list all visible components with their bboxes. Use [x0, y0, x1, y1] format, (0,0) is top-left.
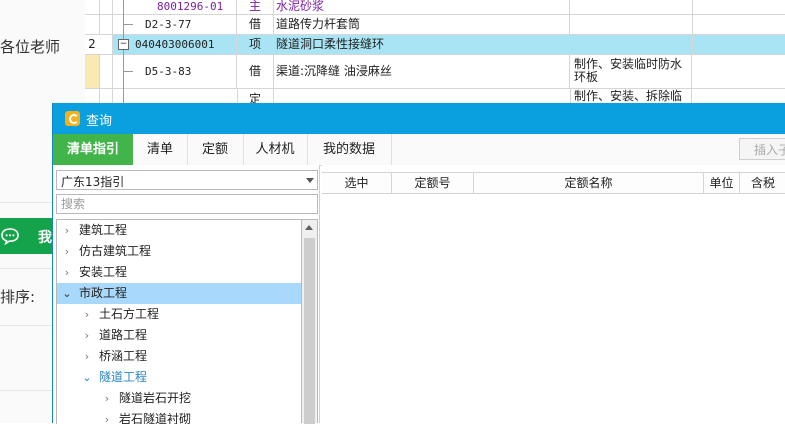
- tree-item-selected[interactable]: ⌄ 市政工程: [57, 283, 302, 304]
- grid-header: 选中 定额号 定额名称 单位 含税: [322, 172, 785, 194]
- table-row[interactable]: D2-3-77 借 道路传力杆套筒: [85, 15, 785, 35]
- column-header-unit[interactable]: 单位: [704, 173, 740, 193]
- tab-list[interactable]: 清单: [133, 134, 188, 165]
- row-type: 项: [237, 35, 274, 54]
- row-name: 道路传力杆套筒: [273, 15, 570, 34]
- chevron-down-icon[interactable]: [306, 178, 314, 183]
- scroll-up-icon[interactable]: [305, 225, 313, 230]
- tree-item-label: 隧道工程: [99, 370, 148, 384]
- guide-library-select[interactable]: 广东13指引: [56, 170, 318, 190]
- tree-line: [123, 71, 133, 72]
- table-row[interactable]: 定 制作、安装、拆除临: [85, 89, 785, 103]
- tree-item-label: 仿古建筑工程: [79, 244, 152, 258]
- tree-item[interactable]: › 仿古建筑工程: [57, 241, 302, 262]
- chevron-right-icon[interactable]: ›: [81, 346, 93, 367]
- divider: [0, 390, 52, 391]
- tree-scrollbar[interactable]: [301, 219, 318, 424]
- chat-icon: [1, 228, 19, 246]
- row-type: 主: [237, 0, 274, 14]
- row-code: 040403006001: [112, 35, 237, 54]
- column-header-quota-name[interactable]: 定额名称: [474, 173, 704, 193]
- app-logo-icon: [65, 111, 80, 126]
- chevron-right-icon[interactable]: ›: [61, 241, 73, 262]
- column-header-select[interactable]: 选中: [322, 173, 392, 193]
- chevron-right-icon[interactable]: ›: [61, 220, 73, 241]
- divider: [0, 268, 52, 269]
- tree-item[interactable]: › 隧道岩石开挖: [57, 388, 302, 409]
- table-row[interactable]: D5-3-83 借 渠道:沉降缝 油浸麻丝 制作、安装临时防水环板: [85, 55, 785, 89]
- row-name: 渠道:沉降缝 油浸麻丝: [273, 55, 570, 88]
- chevron-right-icon[interactable]: ›: [81, 325, 93, 346]
- scrollbar-thumb[interactable]: [304, 238, 315, 424]
- guide-tree-panel: 广东13指引 › 建筑工程 › 仿古建筑工程 › 安装工程 ⌄ 市政工程 ›: [53, 165, 320, 424]
- tree-item-label: 桥涵工程: [99, 349, 148, 363]
- teacher-text: 各位老师: [0, 38, 61, 56]
- query-dialog: 查询 清单指引 清单 定额 人材机 我的数据 插入子 广东13指引 › 建筑工程…: [52, 103, 785, 424]
- column-header-tax-included[interactable]: 含税: [740, 173, 785, 193]
- tab-bar: 清单指引 清单 定额 人材机 我的数据 插入子: [53, 134, 785, 166]
- sort-label: 排序:: [0, 288, 36, 306]
- table-row-selected[interactable]: 2 040403006001 项 隧道洞口柔性接缝环: [85, 35, 785, 55]
- divider: [0, 202, 52, 203]
- tree-item-expanded[interactable]: ⌄ 隧道工程: [57, 367, 302, 388]
- guide-tree: › 建筑工程 › 仿古建筑工程 › 安装工程 ⌄ 市政工程 › 土石方工程 › …: [56, 219, 302, 424]
- dialog-title-bar[interactable]: 查询: [53, 103, 785, 134]
- tab-my-data[interactable]: 我的数据: [307, 134, 392, 165]
- tree-item[interactable]: › 岩石隧道衬砌: [57, 409, 302, 424]
- tree-item[interactable]: › 建筑工程: [57, 220, 302, 241]
- guide-library-value: 广东13指引: [61, 175, 125, 189]
- tree-line: [123, 24, 133, 25]
- row-type: 借: [237, 15, 274, 34]
- dialog-title: 查询: [86, 114, 113, 129]
- tree-item-label: 建筑工程: [79, 223, 128, 237]
- tab-quota[interactable]: 定额: [187, 134, 244, 165]
- budget-sheet: 8001296-01 主 水泥砂浆 D2-3-77 借 道路传力杆套筒 2 04…: [85, 0, 785, 103]
- search-input[interactable]: [56, 194, 318, 214]
- tree-item-label: 安装工程: [79, 265, 128, 279]
- chevron-down-icon[interactable]: ⌄: [61, 283, 73, 304]
- row-seq: 2: [85, 35, 100, 54]
- tree-item-label: 道路工程: [99, 328, 148, 342]
- column-header-quota-code[interactable]: 定额号: [392, 173, 474, 193]
- tree-item[interactable]: › 土石方工程: [57, 304, 302, 325]
- row-code: 8001296-01: [112, 0, 237, 14]
- tree-item-label: 隧道岩石开挖: [119, 391, 192, 405]
- tab-list-guide[interactable]: 清单指引: [53, 134, 133, 165]
- row-desc: 制作、安装、拆除临: [570, 89, 692, 103]
- tree-item-label: 市政工程: [79, 286, 128, 300]
- row-name: 水泥砂浆: [273, 0, 570, 14]
- tree-item-label: 土石方工程: [99, 307, 160, 321]
- chevron-right-icon[interactable]: ›: [101, 388, 113, 409]
- quota-grid: 选中 定额号 定额名称 单位 含税: [322, 165, 785, 423]
- green-button-label: 我: [38, 230, 52, 246]
- chevron-down-icon[interactable]: ⌄: [81, 367, 93, 388]
- row-name: 隧道洞口柔性接缝环: [273, 35, 570, 54]
- divider: [0, 325, 52, 326]
- chevron-right-icon[interactable]: ›: [101, 409, 113, 424]
- row-type: 借: [237, 55, 274, 88]
- chevron-right-icon[interactable]: ›: [61, 262, 73, 283]
- tab-labor-material-machine[interactable]: 人材机: [243, 134, 308, 165]
- table-row[interactable]: 8001296-01 主 水泥砂浆: [85, 0, 785, 15]
- tree-item-label: 岩石隧道衬砌: [119, 412, 192, 424]
- tree-item[interactable]: › 桥涵工程: [57, 346, 302, 367]
- collapse-toggle-icon[interactable]: −: [118, 39, 129, 50]
- tree-item[interactable]: › 道路工程: [57, 325, 302, 346]
- row-desc: 制作、安装临时防水环板: [570, 55, 692, 88]
- tree-item[interactable]: › 安装工程: [57, 262, 302, 283]
- insert-child-button[interactable]: 插入子: [739, 138, 785, 160]
- row-type: 定: [237, 89, 274, 103]
- chevron-right-icon[interactable]: ›: [81, 304, 93, 325]
- tree-line: [123, 0, 124, 103]
